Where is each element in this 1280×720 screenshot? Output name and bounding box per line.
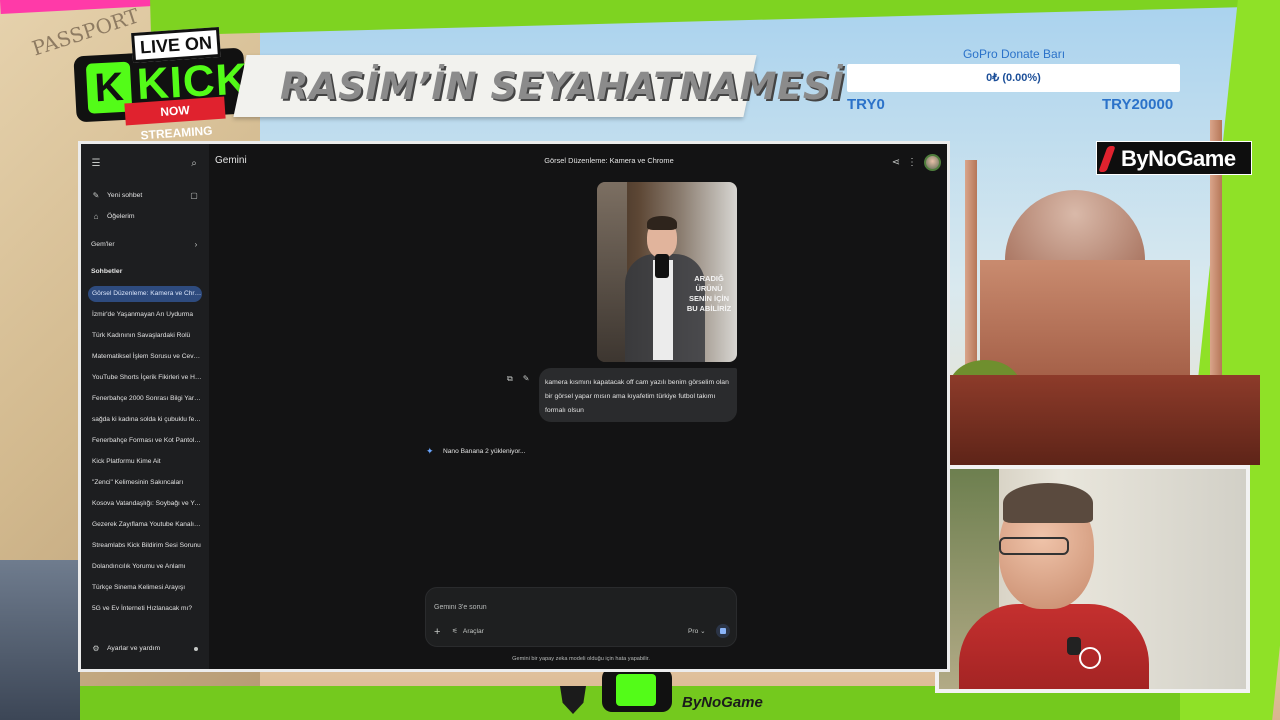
lapel-mic	[1067, 637, 1081, 655]
chat-item[interactable]: Dolandırıcılık Yorumu ve Anlamı	[88, 559, 202, 575]
chat-item[interactable]: Kick Platformu Kime Ait	[88, 454, 202, 470]
model-mode-select[interactable]: Pro ⌄	[688, 627, 706, 635]
chat-item[interactable]: YouTube Shorts İçerik Fikirleri ve Hazır…	[88, 370, 202, 386]
mirror-text-line: SENİN İÇİN	[688, 294, 729, 303]
photo-phone	[655, 254, 669, 278]
dome	[1005, 190, 1145, 270]
chat-item[interactable]: İzmir'de Yaşanmayan Arı Uydurma	[88, 307, 202, 323]
generation-status: ✦ Nano Banana 2 yükleniyor...	[426, 447, 525, 456]
tools-button[interactable]: ⚟ Araçlar	[452, 627, 484, 636]
donate-max-label: TRY20000	[1102, 96, 1174, 113]
disclaimer-text: Gemini bir yapay zeka modeli olduğu için…	[512, 656, 650, 662]
chat-item[interactable]: Türk Kadınının Savaşlardaki Rolü	[88, 328, 202, 344]
message-actions: ⧉ ✎	[507, 374, 529, 384]
gems-label: Gem'ler	[91, 241, 115, 248]
streamer-glasses	[999, 537, 1069, 555]
bynogame-logo-text: ByNoGame	[1121, 146, 1236, 171]
mirror-sticker-text: ARADIĞ ÜRÜNÜ SENİN İÇİN BU ABİLİRİZ	[681, 274, 737, 314]
stream-title: RASİM’İN SEYAHATNAMESİ	[280, 65, 845, 108]
prompt-box: + ⚟ Araçlar Pro ⌄	[425, 587, 737, 647]
donate-min-label: TRY0	[847, 96, 885, 113]
donate-progress-value: 0₺ (0.00%)	[986, 72, 1041, 84]
chat-item[interactable]: Matematiksel İşlem Sorusu ve Cevabı	[88, 349, 202, 365]
tools-icon: ⚟	[452, 628, 458, 635]
left-dark-panel	[0, 560, 80, 720]
settings-help-button[interactable]: ⚙ Ayarlar ve yardım	[91, 642, 201, 656]
tools-label: Araçlar	[462, 627, 484, 635]
streamer-hair	[1003, 483, 1093, 523]
mirror-text-line: ÜRÜNÜ	[695, 284, 723, 293]
mosque-body	[980, 260, 1190, 380]
mirror-text-line: ARADIĞ	[694, 274, 724, 283]
chat-item[interactable]: Streamlabs Kick Bildirim Sesi Sorunu	[88, 538, 202, 554]
bottom-bynogame-text: ByNoGame	[682, 694, 763, 711]
search-icon[interactable]: ⌕	[187, 157, 201, 171]
chevron-down-icon: ⌄	[700, 628, 706, 635]
mode-label: Pro	[688, 628, 699, 635]
conversation-title: Görsel Düzenleme: Kamera ve Chrome	[544, 156, 674, 165]
kick-live-badge: PASSPORT K KICK LIVE ON NOW STREAMING	[29, 3, 250, 142]
gear-icon: ⚙	[92, 644, 100, 653]
menu-icon[interactable]: ☰	[89, 157, 103, 171]
chevron-right-icon: ›	[194, 240, 198, 249]
chat-item[interactable]: Gezerek Zayıflama Youtube Kanalı Fikri	[88, 517, 202, 533]
gemini-spark-icon: ✦	[426, 446, 434, 456]
new-chat-button[interactable]: ✎ Yeni sohbet	[91, 189, 143, 203]
photo-hair	[647, 216, 677, 230]
copy-icon[interactable]: ⧉	[507, 374, 513, 384]
add-attachment-icon[interactable]: +	[434, 626, 440, 638]
avatar[interactable]	[924, 154, 941, 171]
chat-item[interactable]: Fenerbahçe 2000 Sonrası Bilgi Yarışması	[88, 391, 202, 407]
wooden-house	[950, 375, 1260, 465]
uploaded-photo[interactable]: ARADIĞ ÜRÜNÜ SENİN İÇİN BU ABİLİRİZ	[597, 182, 737, 362]
gemini-main-panel: Gemini Görsel Düzenleme: Kamera ve Chrom…	[209, 144, 947, 669]
gemini-app-window: ☰ ⌕ ✎ Yeni sohbet ▢ ⌂ Öğelerim Gem'ler ›…	[78, 141, 950, 672]
chat-item[interactable]: Fenerbahçe Forması ve Kot Pantolon İsteğ…	[88, 433, 202, 449]
chat-item-active[interactable]: Görsel Düzenleme: Kamera ve Chrome	[88, 286, 202, 302]
donate-progress-bar: 0₺ (0.00%)	[847, 64, 1180, 92]
gemini-brand[interactable]: Gemini	[215, 155, 247, 166]
chat-item[interactable]: sağda ki kadına solda ki çubuklu fenerba…	[88, 412, 202, 428]
my-stuff-button[interactable]: ⌂ Öğelerim	[91, 210, 135, 224]
stop-generation-button[interactable]	[716, 624, 730, 638]
gem-icon: ⌂	[93, 212, 99, 221]
user-message-bubble: kamera kısmını kapatacak off cam yazılı …	[539, 368, 737, 422]
kick-k-icon	[616, 674, 656, 706]
streamer-jersey	[959, 604, 1149, 689]
minaret	[965, 160, 977, 380]
chats-heading: Sohbetler	[91, 268, 123, 275]
bynogame-logo: ByNoGame	[1096, 141, 1252, 175]
jersey-crest	[1079, 647, 1101, 669]
donate-bar-title: GoPro Donate Barı	[962, 47, 1066, 61]
edit-icon: ✎	[92, 191, 100, 200]
hagia-sophia-illustration	[950, 120, 1260, 465]
share-icon[interactable]: ⋖	[889, 156, 903, 170]
webcam-feed	[935, 465, 1250, 693]
edit-icon[interactable]: ✎	[523, 374, 530, 384]
bynogame-slash-icon	[1098, 146, 1116, 172]
kick-bottom-logo	[602, 668, 672, 712]
more-options-icon[interactable]: ⋮	[905, 156, 919, 170]
loading-text: Nano Banana 2 yükleniyor...	[443, 448, 526, 455]
gemini-sidebar: ☰ ⌕ ✎ Yeni sohbet ▢ ⌂ Öğelerim Gem'ler ›…	[81, 144, 209, 669]
notification-dot	[194, 647, 198, 651]
settings-help-label: Ayarlar ve yardım	[107, 645, 161, 652]
chat-item[interactable]: Kosova Vatandaşlığı: Soybağı ve Yasal Sü…	[88, 496, 202, 512]
live-on-label: LIVE ON	[131, 26, 221, 64]
photo-door	[597, 182, 627, 362]
chat-item[interactable]: "Zenci" Kelimesinin Sakıncaları	[88, 475, 202, 491]
new-chat-label: Yeni sohbet	[107, 192, 143, 199]
temporary-chat-icon[interactable]: ▢	[187, 189, 201, 203]
chat-item[interactable]: Türkçe Sinema Kelimesi Arayışı	[88, 580, 202, 596]
gems-button[interactable]: Gem'ler ›	[91, 238, 201, 252]
mirror-text-line: BU ABİLİRİZ	[686, 304, 732, 313]
my-stuff-label: Öğelerim	[107, 213, 135, 220]
prompt-input[interactable]	[434, 600, 714, 614]
chat-item[interactable]: 5G ve Ev İnterneti Hızlanacak mı?	[88, 601, 202, 617]
